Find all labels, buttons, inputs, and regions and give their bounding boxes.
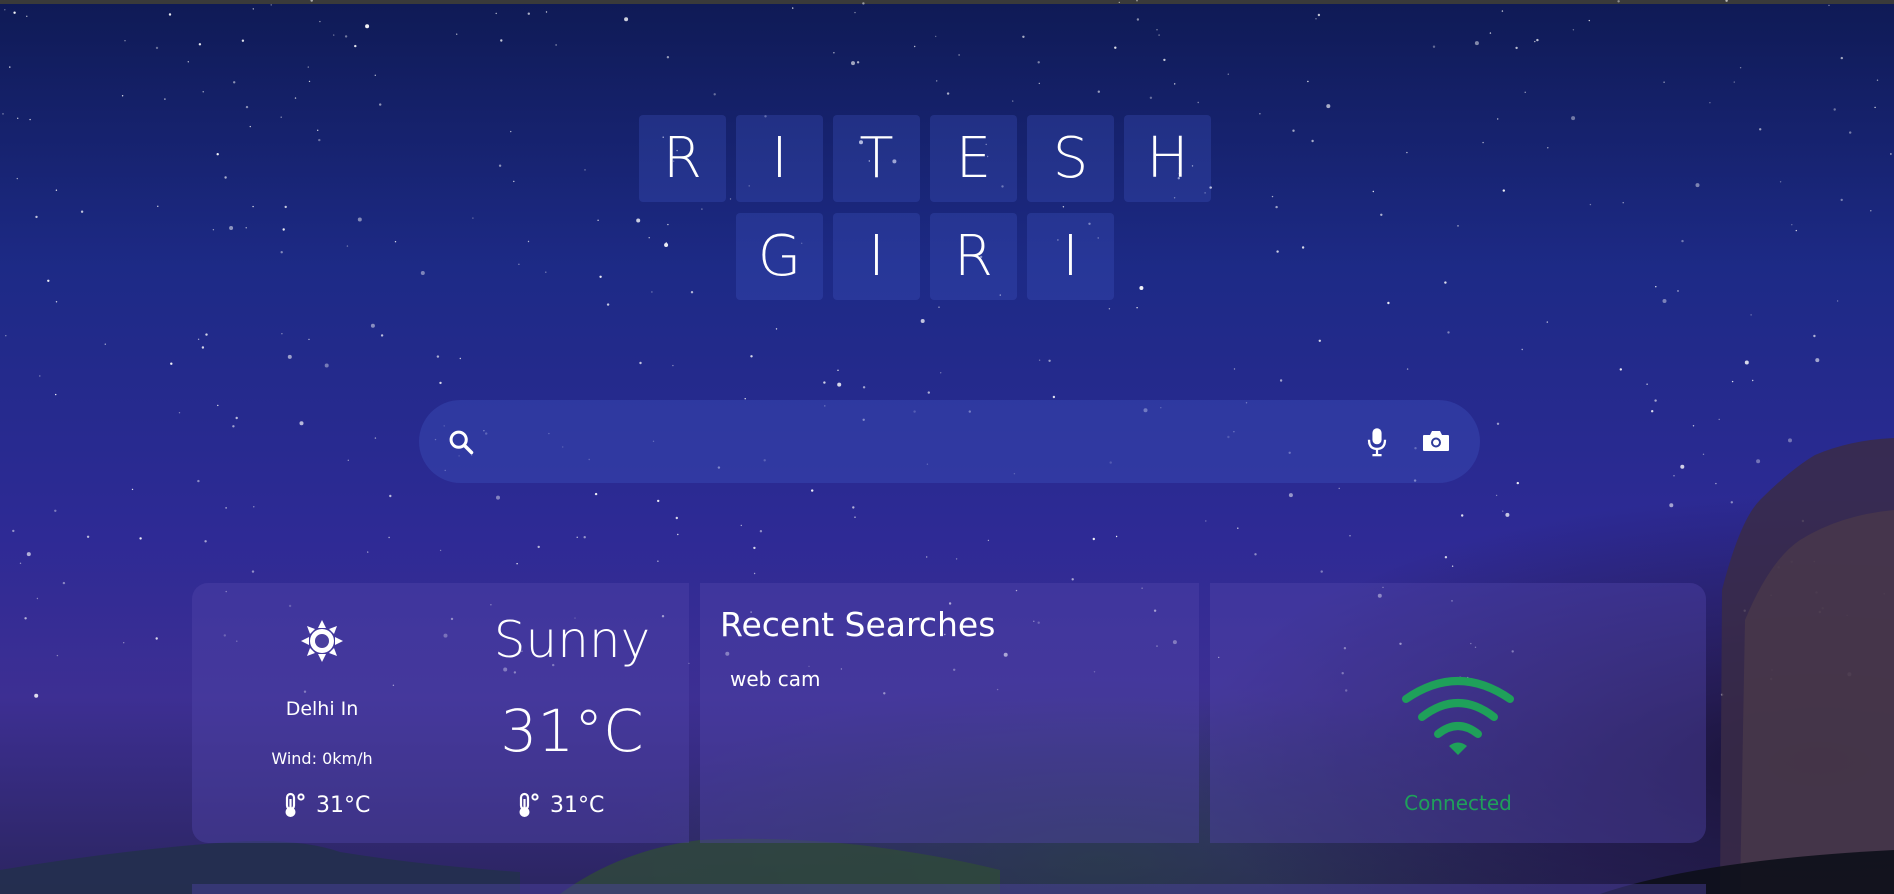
lower-card-row-edge [192, 884, 1706, 894]
title-letter-tile: E [930, 115, 1017, 202]
wifi-icon [1402, 677, 1514, 755]
title-letter-tile: I [736, 115, 823, 202]
search-bar[interactable] [419, 400, 1480, 483]
weather-temp-right: 31°C [514, 791, 604, 819]
title-letter-tile: R [930, 213, 1017, 300]
title-letter-tile: H [1124, 115, 1211, 202]
wind-value: 0km/h [322, 749, 373, 768]
page: R I T E S H G I R I Delhi In Wind: 0km/h… [0, 0, 1894, 894]
weather-wind: Wind: 0km/h [192, 749, 452, 768]
title-row-last-name: G I R I [736, 213, 1114, 300]
weather-temp-main: 31°C [500, 697, 644, 765]
title-letter-tile: T [833, 115, 920, 202]
title-row-first-name: R I T E S H [639, 115, 1211, 202]
thermometer-icon [519, 792, 539, 817]
wind-label: Wind: [271, 749, 317, 768]
title-letter-tile: G [736, 213, 823, 300]
sun-icon [301, 620, 343, 662]
recent-searches-card: Recent Searches web cam [700, 583, 1199, 843]
camera-icon[interactable] [1421, 428, 1451, 454]
weather-details: Delhi In Wind: 0km/h 31°C [192, 583, 452, 843]
weather-temp-left: 31°C [280, 791, 370, 819]
title-letter-tile: I [1027, 213, 1114, 300]
recent-searches-title: Recent Searches [720, 605, 996, 644]
weather-card: Delhi In Wind: 0km/h 31°C Sunny 31°C 31°… [192, 583, 689, 843]
connection-status-text: Connected [1404, 791, 1512, 815]
title-letter-tile: I [833, 213, 920, 300]
recent-search-item[interactable]: web cam [730, 667, 820, 691]
search-icon[interactable] [447, 428, 475, 456]
thermometer-icon [285, 792, 305, 817]
temp-left-value: 31°C [316, 792, 371, 818]
title-letter-tile: S [1027, 115, 1114, 202]
connection-status-card: Connected [1210, 583, 1706, 843]
mic-icon[interactable] [1363, 426, 1391, 458]
temp-right-value: 31°C [550, 792, 605, 818]
title-letter-tile: R [639, 115, 726, 202]
search-input[interactable] [499, 418, 1323, 466]
weather-location: Delhi In [285, 698, 359, 720]
weather-condition: Sunny [493, 611, 651, 669]
